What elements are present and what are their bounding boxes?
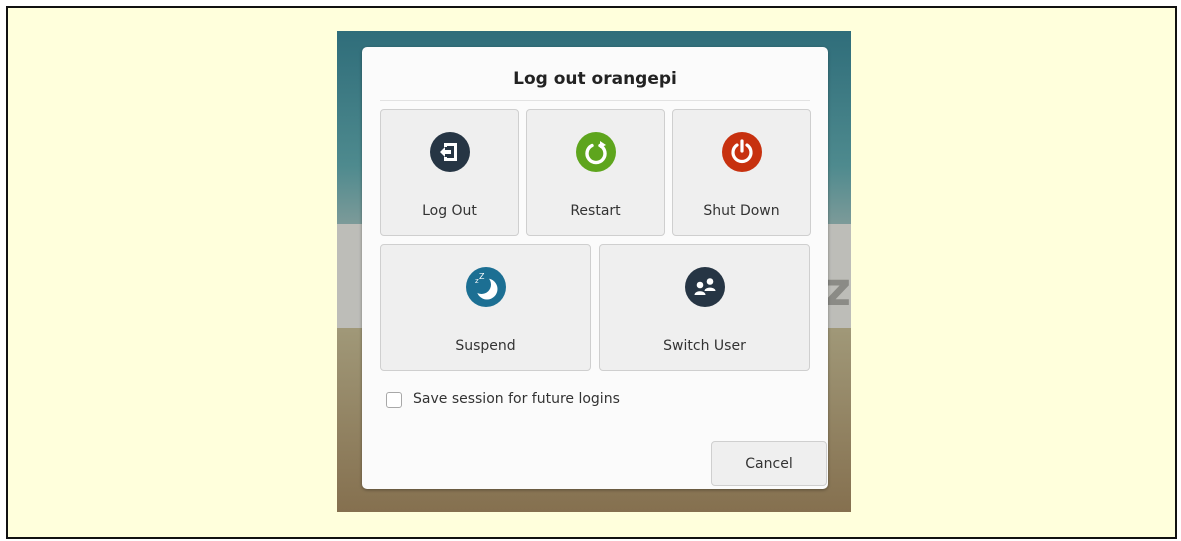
restart-icon xyxy=(575,132,616,172)
restart-button[interactable]: Restart xyxy=(526,109,665,236)
log-out-icon xyxy=(429,132,470,172)
shut-down-button[interactable]: Shut Down xyxy=(672,109,811,236)
switch-user-icon xyxy=(684,267,725,307)
suspend-moon-icon: z Z xyxy=(465,267,506,307)
svg-text:Z: Z xyxy=(479,272,485,281)
dialog-title: Log out orangepi xyxy=(513,69,677,89)
cancel-button[interactable]: Cancel xyxy=(711,441,827,486)
save-session-checkbox[interactable] xyxy=(386,392,402,408)
restart-label: Restart xyxy=(570,203,621,219)
logout-dialog: Log out orangepi Log Out Restart Shut Do… xyxy=(362,47,828,489)
suspend-button[interactable]: z Z Suspend xyxy=(380,244,591,371)
switch-user-button[interactable]: Switch User xyxy=(599,244,810,371)
log-out-button[interactable]: Log Out xyxy=(380,109,519,236)
switch-user-label: Switch User xyxy=(663,338,746,354)
log-out-label: Log Out xyxy=(422,203,477,219)
suspend-label: Suspend xyxy=(455,338,516,354)
title-separator xyxy=(380,100,810,101)
shut-down-label: Shut Down xyxy=(703,203,780,219)
power-icon xyxy=(721,132,762,172)
save-session-label[interactable]: Save session for future logins xyxy=(413,391,620,407)
